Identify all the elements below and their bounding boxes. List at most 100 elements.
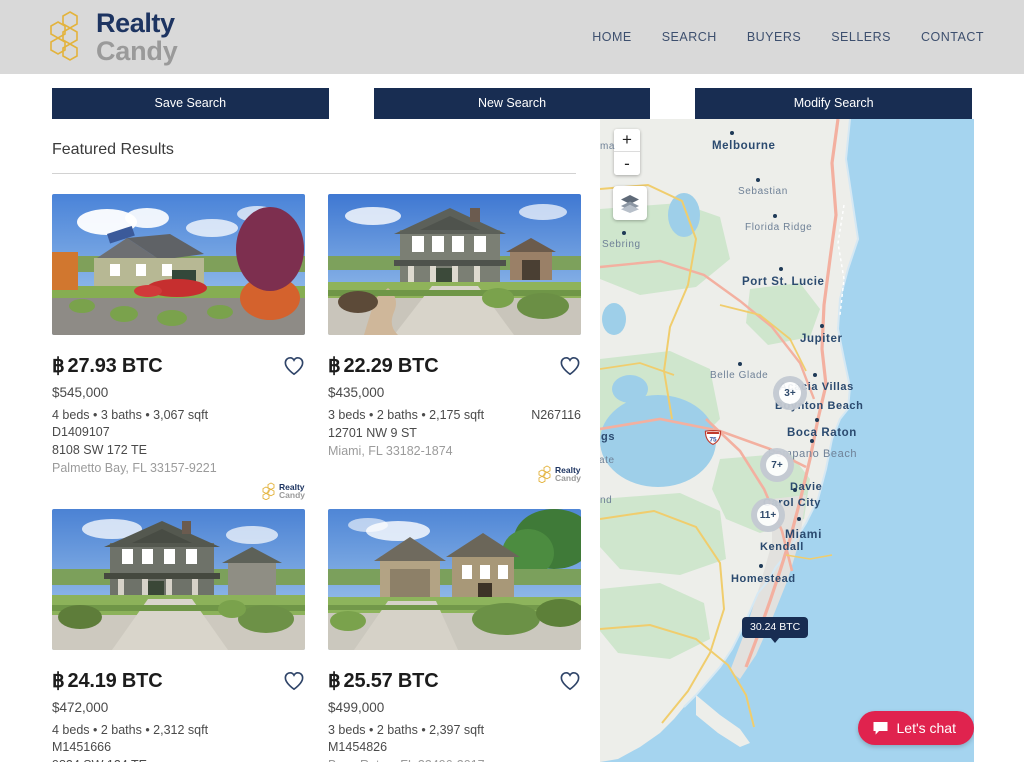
btc-amount: 27.93 BTC — [67, 355, 163, 377]
map-cluster-marker[interactable]: 11+ — [751, 498, 785, 532]
bitcoin-symbol-icon: ฿ — [328, 355, 341, 377]
brand-name-secondary: Candy — [96, 35, 178, 66]
search-actions-bar: Save Search New Search Modify Search — [0, 74, 1024, 119]
bitcoin-symbol-icon: ฿ — [52, 670, 65, 692]
page-title: Featured Results — [52, 141, 174, 158]
layers-stack-icon — [621, 195, 639, 213]
nav-item-search[interactable]: SEARCH — [662, 30, 717, 44]
map-panel[interactable]: 75 + - Melbourne Sebastian Florida Ridge Se… — [600, 119, 974, 762]
listing-mls-inline: N267116 — [531, 408, 581, 422]
chat-label: Let's chat — [896, 720, 957, 736]
map-canvas — [600, 119, 974, 762]
honeycomb-watermark-icon — [538, 465, 551, 483]
card-watermark: Realty Candy — [328, 464, 581, 484]
map-cluster-marker[interactable]: 7+ — [760, 448, 794, 482]
nav-item-sellers[interactable]: SELLERS — [831, 30, 891, 44]
modify-search-button[interactable]: Modify Search — [695, 88, 973, 119]
specs-row: 3 beds • 2 baths • 2,397 sqft — [328, 723, 581, 737]
honeycomb-logo-icon — [50, 11, 78, 61]
price-row: ฿ 24.19 BTC — [52, 668, 305, 693]
listing-specs: 4 beds • 3 baths • 3,067 sqft — [52, 408, 209, 422]
map-city-dot — [730, 131, 734, 135]
map-zoom-controls: + - — [614, 129, 640, 175]
house-photo-ranch-green[interactable] — [52, 194, 305, 335]
watermark-secondary: Candy — [279, 490, 305, 500]
lets-chat-button[interactable]: Let's chat — [857, 711, 974, 745]
usd-price: $435,000 — [328, 385, 385, 400]
btc-price: ฿ 24.19 BTC — [52, 668, 163, 693]
brand-logo[interactable]: Realty Candy — [44, 7, 178, 66]
chat-bubble-icon — [873, 721, 887, 735]
listing-mls: M1454826 — [328, 740, 388, 754]
listing-card[interactable]: ฿ 22.29 BTC $435,000 3 beds • 2 baths • 2… — [328, 194, 581, 501]
card-watermark: Realty Candy — [52, 481, 305, 501]
map-city-dot — [813, 373, 817, 377]
btc-amount: 25.57 BTC — [343, 670, 439, 692]
page-content: Featured Results ฿ 27.93 BTC $545,000 4 … — [0, 119, 1024, 762]
listing-card[interactable]: ฿ 24.19 BTC $472,000 4 beds • 2 baths • 2… — [52, 509, 305, 762]
usd-price: $472,000 — [52, 700, 109, 715]
map-city-dot — [622, 231, 626, 235]
interstate-75-shield-icon: 75 — [704, 430, 722, 445]
map-layers-button[interactable] — [613, 186, 647, 220]
listing-mls: M1451666 — [52, 740, 112, 754]
map-price-marker[interactable]: 30.24 BTC — [742, 617, 809, 643]
price-row: ฿ 27.93 BTC — [52, 353, 305, 378]
title-divider — [52, 173, 576, 174]
brand-name-primary: Realty — [96, 7, 175, 38]
map-city-dot — [810, 439, 814, 443]
listing-specs: 3 beds • 2 baths • 2,397 sqft — [328, 723, 485, 737]
map-city-dot — [820, 324, 824, 328]
price-row: ฿ 22.29 BTC — [328, 353, 581, 378]
map-city-dot — [756, 178, 760, 182]
map-city-dot — [759, 564, 763, 568]
heart-outline-icon[interactable] — [559, 671, 581, 691]
house-photo-gray-craftsman[interactable] — [52, 509, 305, 650]
site-header: Realty Candy HOME SEARCH BUYERS SELLERS … — [0, 0, 1024, 74]
listing-city: Miami, FL 33182-1874 — [328, 444, 453, 458]
btc-amount: 22.29 BTC — [343, 355, 439, 377]
house-photo-tan-garage[interactable] — [328, 509, 581, 650]
save-search-button[interactable]: Save Search — [52, 88, 329, 119]
specs-row: 4 beds • 2 baths • 2,312 sqft — [52, 723, 305, 737]
listing-card[interactable]: ฿ 27.93 BTC $545,000 4 beds • 3 baths • 3… — [52, 194, 305, 501]
btc-price: ฿ 27.93 BTC — [52, 353, 163, 378]
nav-item-contact[interactable]: CONTACT — [921, 30, 984, 44]
heart-outline-icon[interactable] — [283, 671, 305, 691]
listing-city: Boca Raton, FL 33496-2017 — [328, 758, 581, 762]
price-row: ฿ 25.57 BTC — [328, 668, 581, 693]
listing-grid: ฿ 27.93 BTC $545,000 4 beds • 3 baths • 3… — [52, 194, 582, 762]
new-search-button[interactable]: New Search — [373, 88, 651, 119]
listing-card[interactable]: ฿ 25.57 BTC $499,000 3 beds • 2 baths • 2… — [328, 509, 581, 762]
listing-specs: 3 beds • 2 baths • 2,175 sqft — [328, 408, 485, 422]
map-cluster-marker[interactable]: 3+ — [773, 376, 807, 410]
nav-item-home[interactable]: HOME — [592, 30, 632, 44]
results-pane: Featured Results ฿ 27.93 BTC $545,000 4 … — [0, 119, 600, 762]
btc-amount: 24.19 BTC — [67, 670, 163, 692]
map-city-dot — [738, 362, 742, 366]
main-navigation: HOME SEARCH BUYERS SELLERS CONTACT — [592, 30, 984, 44]
bitcoin-symbol-icon: ฿ — [52, 355, 65, 377]
map-zoom-out-button[interactable]: - — [614, 152, 640, 175]
listing-mls: D1409107 — [52, 425, 110, 439]
listing-address: 12701 NW 9 ST — [328, 426, 417, 440]
usd-price: $545,000 — [52, 385, 109, 400]
listing-address: 9824 SW 124 TE — [52, 758, 305, 762]
btc-price: ฿ 25.57 BTC — [328, 668, 439, 693]
nav-item-buyers[interactable]: BUYERS — [747, 30, 801, 44]
specs-row: 3 beds • 2 baths • 2,175 sqft N267116 — [328, 408, 581, 422]
house-photo-two-story-craftsman[interactable] — [328, 194, 581, 335]
heart-outline-icon[interactable] — [559, 356, 581, 376]
map-city-dot — [773, 214, 777, 218]
map-city-dot — [793, 488, 797, 492]
bitcoin-symbol-icon: ฿ — [328, 670, 341, 692]
honeycomb-watermark-icon — [262, 482, 275, 500]
map-zoom-in-button[interactable]: + — [614, 129, 640, 152]
svg-text:75: 75 — [709, 437, 717, 444]
listing-specs: 4 beds • 2 baths • 2,312 sqft — [52, 723, 209, 737]
heart-outline-icon[interactable] — [283, 356, 305, 376]
listing-address: 8108 SW 172 TE — [52, 443, 147, 457]
btc-price: ฿ 22.29 BTC — [328, 353, 439, 378]
listing-city: Palmetto Bay, FL 33157-9221 — [52, 461, 217, 475]
specs-row: 4 beds • 3 baths • 3,067 sqft — [52, 408, 305, 422]
